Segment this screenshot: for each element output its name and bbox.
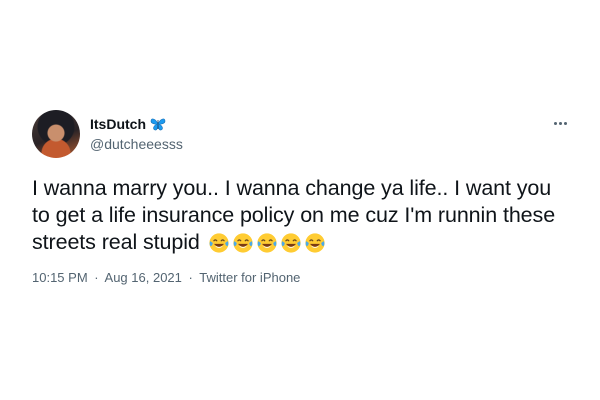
face-with-tears-of-joy-icon: [233, 233, 253, 253]
emoji-group: 😂😂😂😂😂: [208, 230, 328, 257]
face-with-tears-of-joy-icon: [281, 233, 301, 253]
display-name-row: ItsDutch: [90, 115, 183, 133]
emoji-container: [208, 231, 328, 255]
meta-separator: ·: [188, 269, 193, 285]
tweet-date[interactable]: Aug 16, 2021: [105, 270, 182, 285]
handle[interactable]: @dutcheeesss: [90, 135, 183, 153]
more-icon[interactable]: [548, 116, 572, 130]
butterfly-icon: [150, 117, 166, 131]
tweet-text: I wanna marry you.. I wanna change ya li…: [32, 175, 572, 257]
avatar[interactable]: [32, 110, 80, 158]
face-with-tears-of-joy-icon: [209, 233, 229, 253]
display-name[interactable]: ItsDutch: [90, 115, 146, 133]
tweet-card: ItsDutch @dutcheeesss I wanna marry you.…: [32, 110, 572, 287]
tweet-source[interactable]: Twitter for iPhone: [199, 270, 300, 285]
meta-separator: ·: [94, 269, 99, 285]
tweet-meta: 10:15 PM · Aug 16, 2021 · Twitter for iP…: [32, 269, 572, 287]
face-with-tears-of-joy-icon: [305, 233, 325, 253]
tweet-time[interactable]: 10:15 PM: [32, 270, 88, 285]
user-info: ItsDutch @dutcheeesss: [90, 115, 183, 153]
tweet-header: ItsDutch @dutcheeesss: [32, 110, 572, 158]
face-with-tears-of-joy-icon: [257, 233, 277, 253]
